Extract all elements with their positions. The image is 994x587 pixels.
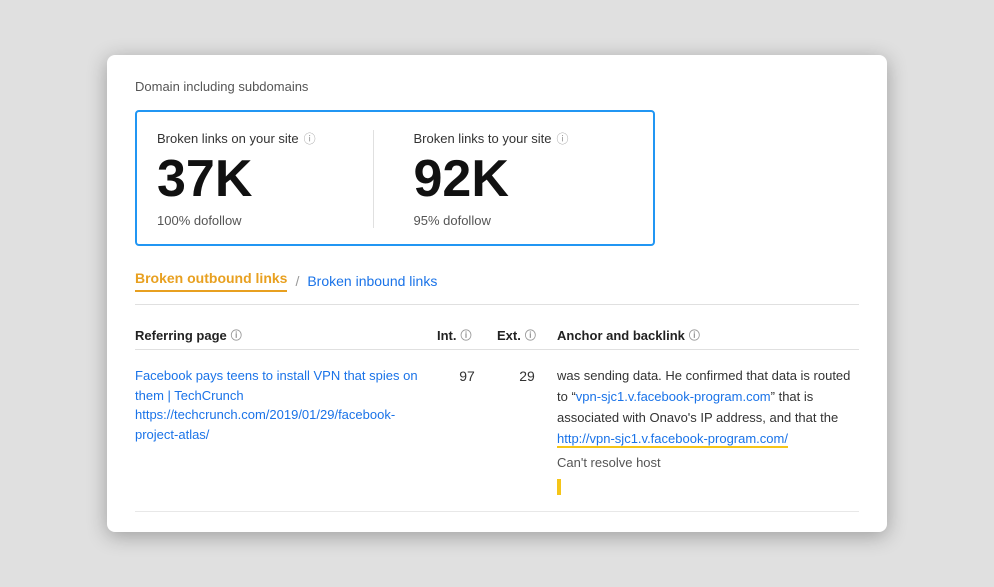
col-header-anchor: Anchor and backlink ⓘ	[557, 327, 859, 343]
tab-broken-inbound[interactable]: Broken inbound links	[307, 273, 437, 289]
tabs-row: Broken outbound links / Broken inbound l…	[135, 270, 859, 305]
page-title-link[interactable]: Facebook pays teens to install VPN that …	[135, 366, 437, 405]
table-row: Facebook pays teens to install VPN that …	[135, 350, 859, 512]
stat-number-inbound: 92K	[414, 153, 630, 205]
page-url-link[interactable]: https://techcrunch.com/2019/01/29/facebo…	[135, 405, 437, 444]
referring-page-cell: Facebook pays teens to install VPN that …	[135, 366, 437, 444]
stat-title-inbound: Broken links to your site ⓘ	[414, 130, 630, 147]
stats-card: Broken links on your site ⓘ 37K 100% dof…	[135, 110, 655, 246]
stat-block-inbound: Broken links to your site ⓘ 92K 95% dofo…	[373, 130, 630, 228]
anchor-link-2[interactable]: http://vpn-sjc1.v.facebook-program.com/	[557, 431, 788, 448]
anchor-link-1[interactable]: vpn-sjc1.v.facebook-program.com	[576, 389, 771, 404]
tab-broken-outbound[interactable]: Broken outbound links	[135, 270, 287, 292]
col-header-ext: Ext. ⓘ	[497, 327, 557, 343]
tab-divider: /	[295, 273, 299, 289]
info-icon-outbound[interactable]: ⓘ	[304, 130, 316, 147]
main-window: Domain including subdomains Broken links…	[107, 55, 887, 532]
int-value: 97	[437, 366, 497, 384]
cant-resolve-text: Can't resolve host	[557, 453, 859, 474]
stat-title-outbound: Broken links on your site ⓘ	[157, 130, 373, 147]
stat-sub-inbound: 95% dofollow	[414, 213, 630, 228]
stat-block-outbound: Broken links on your site ⓘ 37K 100% dof…	[157, 130, 373, 228]
table-header: Referring page ⓘ Int. ⓘ Ext. ⓘ Anchor an…	[135, 321, 859, 350]
stat-sub-outbound: 100% dofollow	[157, 213, 373, 228]
yellow-bar-indicator	[557, 479, 561, 495]
info-icon-inbound[interactable]: ⓘ	[557, 130, 569, 147]
info-icon-anchor[interactable]: ⓘ	[689, 327, 700, 343]
anchor-cell: was sending data. He confirmed that data…	[557, 366, 859, 495]
ext-value: 29	[497, 366, 557, 384]
col-header-int: Int. ⓘ	[437, 327, 497, 343]
domain-label: Domain including subdomains	[135, 79, 859, 94]
info-icon-referring[interactable]: ⓘ	[231, 327, 242, 343]
info-icon-int[interactable]: ⓘ	[461, 327, 472, 343]
stat-number-outbound: 37K	[157, 153, 373, 205]
col-header-referring-page: Referring page ⓘ	[135, 327, 437, 343]
info-icon-ext[interactable]: ⓘ	[525, 327, 536, 343]
